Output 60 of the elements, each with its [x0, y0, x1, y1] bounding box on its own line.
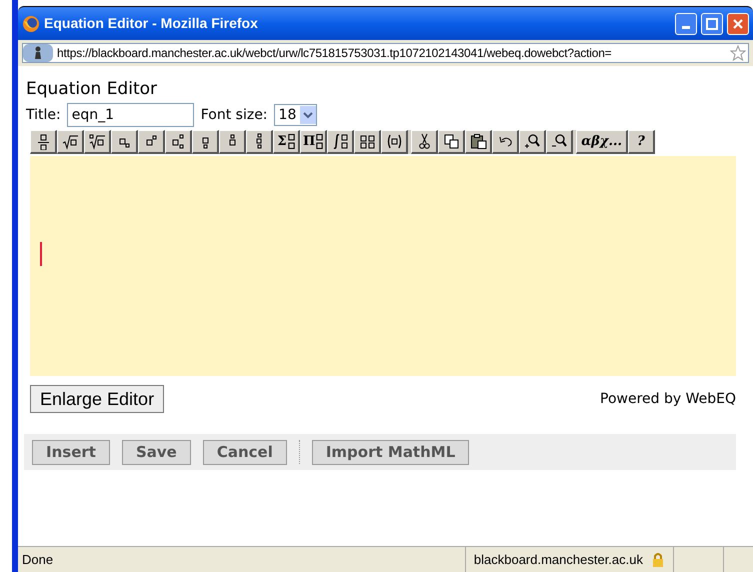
sub-superscript-icon	[170, 133, 186, 150]
toolbar-button[interactable]	[519, 130, 546, 154]
status-host: blackboard.manchester.ac.uk	[474, 550, 643, 569]
star-icon[interactable]	[730, 45, 746, 61]
clipboard-icon	[470, 133, 487, 150]
minimize-button[interactable]	[675, 12, 697, 34]
toolbar-button[interactable]	[30, 130, 57, 154]
zoom-in-icon	[524, 133, 541, 150]
toolbar-button[interactable]	[111, 130, 138, 154]
action-button[interactable]: Insert	[32, 440, 110, 464]
minimize-icon	[682, 26, 690, 29]
matrix-icon	[358, 133, 376, 150]
copy-icon	[442, 133, 460, 150]
address-bar[interactable]: https://blackboard.manchester.ac.uk/webct/urw/lc751815753031.tp1072102143041/webeq.dowebct?action=	[22, 43, 749, 63]
toolbar-button[interactable]	[84, 130, 111, 154]
font-size-select[interactable]: 18	[274, 104, 318, 126]
toolbar-button[interactable]	[192, 130, 219, 154]
toolbar-button[interactable]	[246, 130, 273, 154]
toolbar-button[interactable]	[57, 130, 84, 154]
padlock-icon	[651, 552, 665, 568]
action-button[interactable]: Import MathML	[312, 440, 470, 464]
toolbar-button[interactable]	[219, 130, 246, 154]
site-identity-icon	[23, 44, 53, 62]
toolbar-button[interactable]	[411, 130, 438, 154]
powered-by-text: Powered by WebEQ	[600, 390, 736, 408]
browser-logo-icon	[22, 14, 40, 32]
action-button[interactable]: Save	[122, 440, 191, 464]
enlarge-editor-button[interactable]: Enlarge Editor	[30, 385, 164, 413]
title-label: Title:	[26, 106, 61, 124]
action-button[interactable]: Cancel	[202, 440, 287, 464]
toolbar-button[interactable]: Π	[300, 130, 328, 154]
toolbar-button[interactable]	[165, 130, 192, 154]
nth-root-icon	[88, 133, 106, 150]
square-root-icon	[62, 133, 78, 150]
toolbar-button[interactable]: Σ	[273, 130, 300, 154]
toolbar-button[interactable]	[546, 130, 574, 154]
maximize-icon	[706, 18, 718, 30]
window-title: Equation Editor - Mozilla Firefox	[44, 14, 259, 33]
title-field[interactable]: eqn_1	[66, 103, 194, 127]
script-boxes-icon	[288, 134, 295, 149]
toolbar-button[interactable]	[381, 130, 408, 154]
url-text: https://blackboard.manchester.ac.uk/webct/urw/lc751815753031.tp1072102143041/webeq.dowebct?action=	[57, 45, 612, 62]
toolbar-button[interactable]: αβχ...	[576, 130, 628, 154]
toolbar-button[interactable]	[492, 130, 520, 154]
parentheses-icon	[386, 133, 403, 150]
script-boxes-icon	[316, 134, 324, 149]
font-size-label: Font size:	[200, 106, 268, 124]
toolbar-button[interactable]: ?	[628, 130, 656, 154]
close-icon	[732, 18, 744, 30]
toolbar-button[interactable]	[465, 130, 492, 154]
toolbar-button[interactable]	[354, 130, 382, 154]
toolbar-button[interactable]	[438, 130, 466, 154]
page-heading: Equation Editor	[26, 78, 158, 100]
close-button[interactable]	[727, 12, 749, 34]
toolbar-button[interactable]	[327, 130, 354, 154]
maximize-button[interactable]	[701, 12, 723, 34]
integral-icon	[332, 133, 349, 150]
status-text: Done	[21, 550, 54, 569]
text-cursor	[40, 242, 42, 266]
toolbar-button[interactable]	[138, 130, 165, 154]
